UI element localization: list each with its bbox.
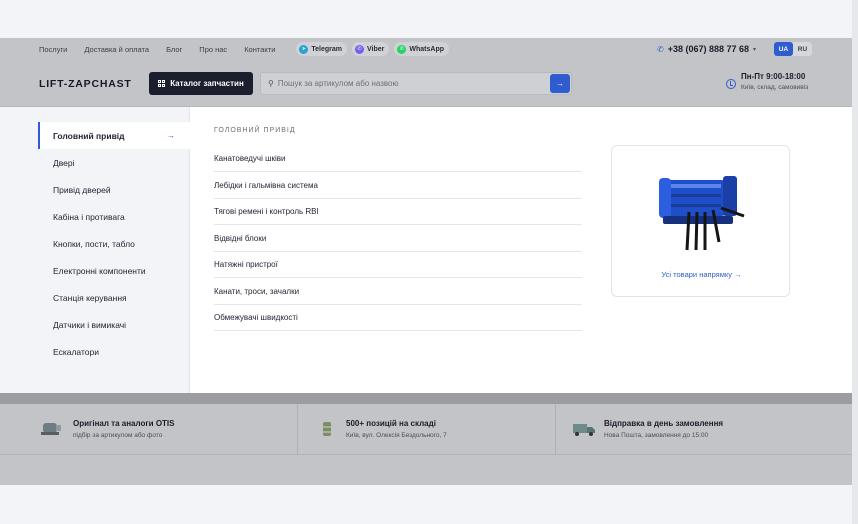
catalog-button-label: Каталог запчастин bbox=[170, 79, 244, 88]
category-label: Двері bbox=[53, 157, 75, 168]
motor-icon bbox=[41, 423, 61, 435]
clock-icon bbox=[726, 79, 736, 89]
category-item-door-drive[interactable]: Привід дверей bbox=[38, 176, 190, 203]
chevron-down-icon: ▾ bbox=[753, 46, 757, 53]
page: Послуги Доставка й оплата Блог Про нас К… bbox=[0, 0, 852, 524]
category-item-control-station[interactable]: Станція керування bbox=[38, 284, 190, 311]
divider bbox=[555, 404, 556, 454]
lang-ru[interactable]: RU bbox=[793, 42, 812, 56]
logo[interactable]: LIFT-ZAPCHAST bbox=[39, 78, 132, 90]
header: LIFT-ZAPCHAST Каталог запчастин ⚲ Пошук … bbox=[0, 60, 852, 107]
phone-icon: ✆ bbox=[657, 44, 664, 54]
top-nav-services[interactable]: Послуги bbox=[39, 45, 67, 54]
feature-title: 500+ позицій на складі bbox=[346, 419, 436, 428]
overlay-band bbox=[0, 454, 852, 485]
category-label: Електронні компоненти bbox=[53, 265, 146, 276]
search-input[interactable]: ⚲ Пошук за артикулом або назвою → bbox=[260, 72, 572, 95]
category-label: Станція керування bbox=[53, 292, 127, 303]
divider bbox=[297, 404, 298, 454]
winch-image bbox=[659, 176, 745, 251]
lang-ua[interactable]: UA bbox=[774, 42, 793, 56]
subcategory-item[interactable]: Канати, троси, зачалки bbox=[214, 278, 582, 305]
category-label: Датчики і вимикачі bbox=[53, 319, 127, 330]
scrollbar[interactable] bbox=[852, 0, 858, 524]
feature-subtitle: Нова Пошта, замовлення до 15:00 bbox=[604, 432, 709, 439]
arrow-right-icon: → bbox=[556, 79, 564, 88]
language-switcher: UA RU bbox=[774, 42, 812, 56]
subcategory-item[interactable]: Обмежувачі швидкості bbox=[214, 304, 582, 331]
category-item-cabin[interactable]: Кабіна і противага bbox=[38, 203, 190, 230]
whatsapp-icon: ✆ bbox=[397, 44, 407, 54]
category-label: Ескалатори bbox=[53, 346, 99, 357]
category-item-sensors[interactable]: Датчики і вимикачі bbox=[38, 311, 190, 338]
viber-label: Viber bbox=[367, 45, 385, 53]
feature-item: 500+ позицій на складі Київ, вул. Олексі… bbox=[320, 404, 447, 454]
all-products-link[interactable]: Усі товари напрямку → bbox=[612, 270, 791, 279]
featured-product-card[interactable]: Усі товари напрямку → bbox=[611, 145, 790, 297]
top-nav-delivery[interactable]: Доставка й оплата bbox=[84, 45, 149, 54]
category-item-main-drive[interactable]: Головний привід → bbox=[38, 122, 190, 149]
telegram-icon: ➤ bbox=[299, 44, 309, 54]
top-nav: Послуги Доставка й оплата Блог Про нас К… bbox=[39, 45, 292, 54]
hours-subtitle: Київ, склад, самовивіз bbox=[741, 84, 809, 91]
top-utility-bar: Послуги Доставка й оплата Блог Про нас К… bbox=[0, 38, 852, 60]
page-bottom bbox=[0, 485, 852, 524]
warehouse-icon bbox=[323, 422, 331, 436]
grid-icon bbox=[158, 80, 166, 87]
whatsapp-label: WhatsApp bbox=[409, 45, 444, 53]
top-nav-blog[interactable]: Блог bbox=[166, 45, 182, 54]
search-icon: ⚲ bbox=[268, 79, 274, 88]
phone-text: +38 (067) 888 77 68 bbox=[667, 44, 750, 54]
viber-icon: ✆ bbox=[355, 44, 364, 54]
catalog-mega-menu: Головний привід → Двері Привід дверей Ка… bbox=[38, 107, 852, 393]
arrow-right-icon: → bbox=[734, 270, 742, 279]
subcategory-item[interactable]: Натяжні пристрої bbox=[214, 251, 582, 278]
messenger-links: ➤ Telegram ✆ Viber ✆ WhatsApp bbox=[296, 42, 454, 56]
hours-title: Пн-Пт 9:00-18:00 bbox=[741, 72, 806, 81]
feature-title: Відправка в день замовлення bbox=[604, 419, 724, 428]
catalog-button[interactable]: Каталог запчастин bbox=[149, 72, 253, 95]
feature-subtitle: Київ, вул. Олексія Бездольного, 7 bbox=[346, 432, 447, 439]
feature-title: Оригінал та аналоги OTIS bbox=[73, 419, 175, 428]
arrow-right-icon: → bbox=[167, 131, 175, 140]
category-item-doors[interactable]: Двері bbox=[38, 149, 190, 176]
category-label: Кабіна і противага bbox=[53, 211, 125, 222]
feature-subtitle: підбір за артикулом або фото bbox=[73, 432, 163, 439]
viber-link[interactable]: ✆ Viber bbox=[352, 42, 390, 56]
features-strip: Оригінал та аналоги OTIS підбір за артик… bbox=[0, 393, 852, 454]
top-nav-about[interactable]: Про нас bbox=[199, 45, 227, 54]
truck-icon bbox=[573, 424, 595, 436]
telegram-link[interactable]: ➤ Telegram bbox=[296, 42, 347, 56]
subcategory-item[interactable]: Відвідні блоки bbox=[214, 225, 582, 252]
phone-number[interactable]: ✆ +38 (067) 888 77 68 ▾ bbox=[657, 38, 756, 60]
category-item-electronics[interactable]: Електронні компоненти bbox=[38, 257, 190, 284]
subcategory-item[interactable]: Лебідки і гальмівна система bbox=[214, 172, 582, 199]
whatsapp-link[interactable]: ✆ WhatsApp bbox=[394, 42, 449, 56]
category-item-escalators[interactable]: Ескалатори bbox=[38, 338, 190, 365]
category-label: Головний привід bbox=[53, 130, 125, 141]
feature-item: Відправка в день замовлення Нова Пошта, … bbox=[572, 404, 723, 454]
subcategory-item[interactable]: Тягові ремені і контроль RBI bbox=[214, 198, 582, 225]
all-products-label: Усі товари напрямку bbox=[661, 270, 732, 279]
subcategory-item[interactable]: Канатоведучі шківи bbox=[214, 145, 582, 172]
search-placeholder: Пошук за артикулом або назвою bbox=[277, 79, 399, 88]
telegram-label: Telegram bbox=[311, 45, 342, 53]
category-label: Привід дверей bbox=[53, 184, 111, 195]
category-label: Кнопки, пости, табло bbox=[53, 238, 135, 249]
working-hours: Пн-Пт 9:00-18:00 Київ, склад, самовивіз bbox=[726, 72, 808, 91]
search-submit-button[interactable]: → bbox=[550, 74, 570, 93]
category-item-buttons[interactable]: Кнопки, пости, табло bbox=[38, 230, 190, 257]
section-title: ГОЛОВНИЙ ПРИВІД bbox=[214, 127, 296, 134]
category-sidebar: Головний привід → Двері Привід дверей Ка… bbox=[38, 107, 190, 393]
top-nav-contacts[interactable]: Контакти bbox=[244, 45, 275, 54]
feature-item: Оригінал та аналоги OTIS підбір за артик… bbox=[39, 404, 175, 454]
